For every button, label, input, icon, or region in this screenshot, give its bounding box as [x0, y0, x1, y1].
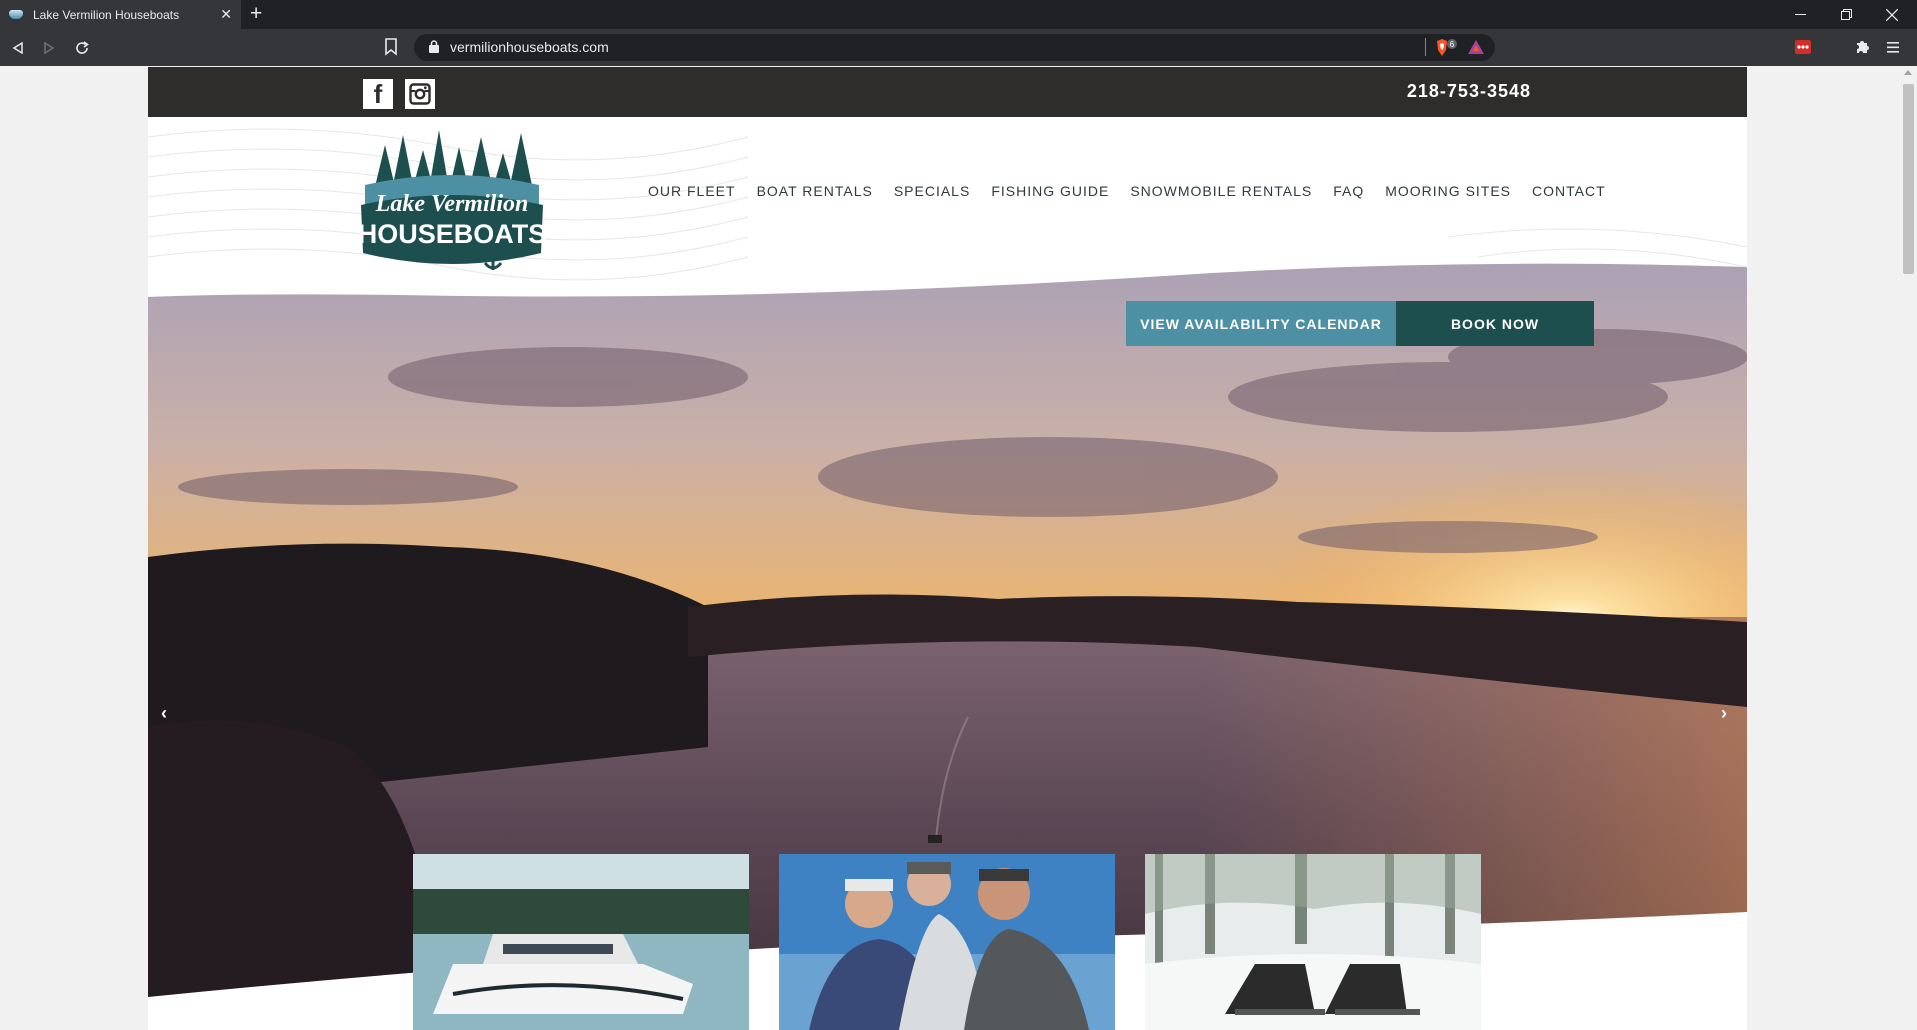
- extension-lastpass-icon[interactable]: [1795, 40, 1811, 59]
- extension-moon-icon[interactable]: [1826, 40, 1836, 59]
- instagram-icon[interactable]: [405, 79, 435, 109]
- book-now-button[interactable]: BOOK NOW: [1396, 301, 1594, 346]
- nav-contact[interactable]: CONTACT: [1532, 183, 1606, 199]
- facebook-icon[interactable]: f: [363, 79, 393, 109]
- lake-vermilion-houseboats-logo[interactable]: Lake Vermilion HOUSEBOATS: [353, 125, 551, 275]
- nav-specials[interactable]: SPECIALS: [894, 183, 970, 199]
- snowmobile-photo[interactable]: [1145, 854, 1481, 1030]
- brave-badge-count: 6: [1450, 40, 1455, 49]
- web-page: f 218-753-3548 Lake Vermilion HOUSEBOATS…: [148, 67, 1747, 1030]
- logo-line-1: Lake Vermilion: [375, 191, 529, 217]
- browser-tab[interactable]: Lake Vermilion Houseboats ✕: [0, 0, 241, 29]
- brave-shields-icon[interactable]: 6: [1435, 39, 1459, 57]
- restore-window-icon[interactable]: [1823, 0, 1869, 29]
- browser-menu-icon[interactable]: [1887, 40, 1899, 58]
- view-availability-calendar-button[interactable]: VIEW AVAILABILITY CALENDAR: [1126, 301, 1396, 346]
- minimize-window-icon[interactable]: [1777, 0, 1823, 29]
- site-header: Lake Vermilion HOUSEBOATS OUR FLEET BOAT…: [148, 117, 1747, 347]
- browser-tab-strip: Lake Vermilion Houseboats ✕ +: [0, 0, 1917, 29]
- bookmark-icon[interactable]: [384, 38, 398, 56]
- brave-rewards-icon[interactable]: [1468, 40, 1484, 54]
- extensions-puzzle-icon[interactable]: [1855, 39, 1871, 60]
- close-tab-icon[interactable]: ✕: [220, 6, 232, 22]
- lock-icon: [429, 40, 439, 53]
- scrollbar-thumb[interactable]: [1903, 84, 1914, 274]
- nav-our-fleet[interactable]: OUR FLEET: [648, 183, 736, 199]
- houseboat-favicon-icon: [9, 10, 23, 19]
- top-bar: f 218-753-3548: [148, 67, 1747, 117]
- new-tab-icon[interactable]: +: [250, 3, 262, 25]
- back-icon[interactable]: [8, 38, 28, 58]
- chevron-right-icon[interactable]: ›: [1721, 703, 1727, 724]
- main-navigation: OUR FLEET BOAT RENTALS SPECIALS FISHING …: [648, 183, 1627, 199]
- url-text[interactable]: vermilionhouseboats.com: [450, 39, 609, 55]
- fishing-guide-photo[interactable]: [779, 854, 1115, 1030]
- nav-boat-rentals[interactable]: BOAT RENTALS: [757, 183, 873, 199]
- logo-line-2: HOUSEBOATS: [358, 219, 547, 249]
- houseboat-photo[interactable]: [413, 854, 749, 1030]
- tab-title: Lake Vermilion Houseboats: [33, 7, 180, 22]
- nav-mooring-sites[interactable]: MOORING SITES: [1385, 183, 1511, 199]
- chevron-left-icon[interactable]: ‹: [161, 703, 167, 724]
- phone-number[interactable]: 218-753-3548: [1407, 81, 1531, 102]
- reload-icon[interactable]: [72, 38, 92, 58]
- forward-icon[interactable]: [39, 38, 59, 58]
- nav-faq[interactable]: FAQ: [1333, 183, 1364, 199]
- nav-snowmobile-rentals[interactable]: SNOWMOBILE RENTALS: [1130, 183, 1312, 199]
- divider: [1425, 38, 1426, 56]
- nav-fishing-guide[interactable]: FISHING GUIDE: [991, 183, 1109, 199]
- close-window-icon[interactable]: [1869, 0, 1915, 29]
- scroll-up-arrow-icon[interactable]: [1904, 70, 1912, 75]
